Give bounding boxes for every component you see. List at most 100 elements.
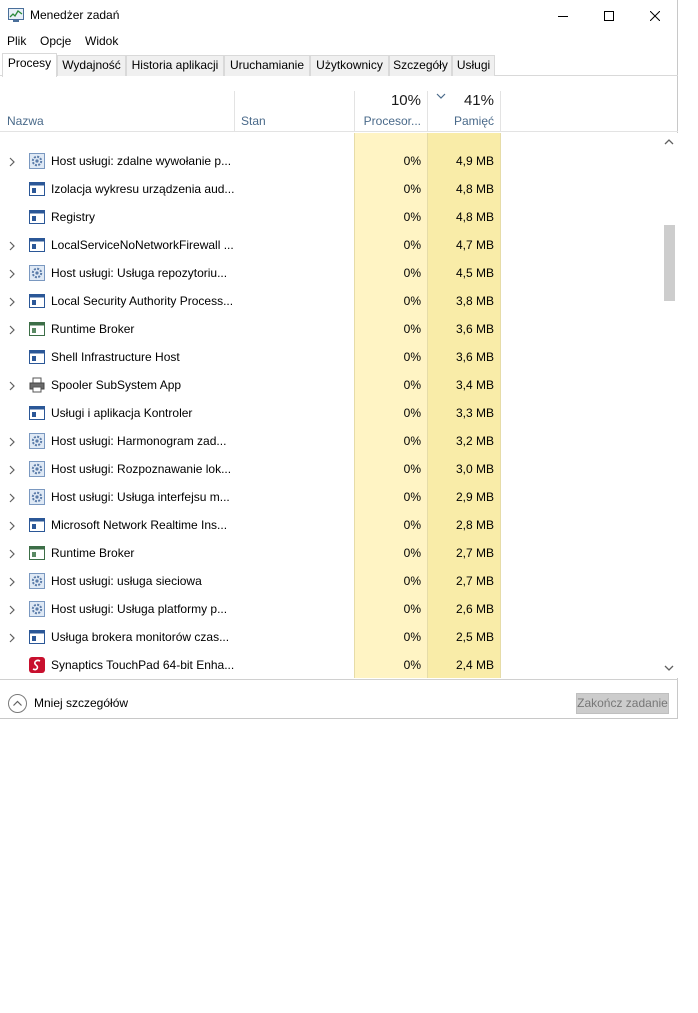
process-list: Host usługi: zdalne wywołanie p... 0% 4,9 …	[0, 133, 660, 678]
process-memory: 4,8 MB	[455, 182, 494, 196]
tab-performance[interactable]: Wydajność	[57, 55, 126, 76]
process-row[interactable]: Host usługi: Usługa repozytoriu... 0% 4,5 …	[0, 259, 660, 287]
vertical-scrollbar[interactable]	[660, 133, 678, 678]
expand-chevron-icon[interactable]	[8, 520, 16, 531]
process-cpu: 0%	[403, 574, 421, 588]
column-status-header[interactable]: Stan	[241, 114, 266, 128]
process-cpu: 0%	[403, 182, 421, 196]
expand-chevron-icon[interactable]	[8, 240, 16, 251]
expand-chevron-icon[interactable]	[8, 604, 16, 615]
expand-chevron-icon[interactable]	[8, 268, 16, 279]
process-row[interactable]: Host usługi: usługa sieciowa 0% 2,7 MB	[0, 567, 660, 595]
process-memory: 3,4 MB	[455, 378, 494, 392]
process-row[interactable]: Runtime Broker 0% 2,7 MB	[0, 539, 660, 567]
process-memory: 2,7 MB	[455, 574, 494, 588]
gear-icon	[29, 489, 45, 505]
close-button[interactable]	[632, 0, 678, 31]
process-row[interactable]: Usługi i aplikacja Kontroler 0% 3,3 MB	[0, 399, 660, 427]
expand-chevron-icon[interactable]	[8, 380, 16, 391]
process-row[interactable]: Microsoft Network Realtime Ins... 0% 2,8 M…	[0, 511, 660, 539]
expand-chevron-icon[interactable]	[8, 492, 16, 503]
process-memory: 2,5 MB	[455, 630, 494, 644]
column-separator[interactable]	[500, 91, 501, 131]
less-details-button[interactable]	[8, 694, 27, 713]
process-name: Registry	[51, 210, 96, 224]
process-cpu: 0%	[403, 518, 421, 532]
process-row[interactable]: Synaptics TouchPad 64-bit Enha... 0% 2,4 M…	[0, 651, 660, 678]
window-title: Menedżer zadań	[30, 8, 120, 22]
process-memory: 3,6 MB	[455, 322, 494, 336]
window-icon	[29, 293, 45, 309]
expand-chevron-icon[interactable]	[8, 156, 16, 167]
app-window-icon	[29, 321, 45, 337]
menu-item-file[interactable]: Plik	[7, 34, 26, 48]
scrollbar-thumb[interactable]	[664, 225, 675, 301]
process-name: Shell Infrastructure Host	[51, 350, 180, 364]
tab-processes[interactable]: Procesy	[2, 53, 57, 77]
process-cpu: 0%	[403, 630, 421, 644]
tab-startup[interactable]: Uruchamianie	[224, 55, 310, 76]
gear-icon	[29, 573, 45, 589]
menu-bar: Plik Opcje Widok	[0, 31, 678, 51]
task-manager-window: Menedżer zadań Plik Opcje Widok Procesy …	[0, 0, 678, 719]
process-row[interactable]: Host usługi: Usługa platformy p... 0% 2,6 …	[0, 595, 660, 623]
task-manager-icon	[8, 8, 24, 22]
process-row[interactable]: Host usługi: Rozpoznawanie lok... 0% 3,0 M…	[0, 455, 660, 483]
scroll-down-icon[interactable]	[664, 664, 674, 672]
process-cpu: 0%	[403, 406, 421, 420]
process-memory: 2,4 MB	[455, 658, 494, 672]
process-row[interactable]: Spooler SubSystem App 0% 3,4 MB	[0, 371, 660, 399]
process-row[interactable]: Host usługi: zdalne wywołanie p... 0% 4,9 …	[0, 147, 660, 175]
process-cpu: 0%	[403, 322, 421, 336]
expand-chevron-icon[interactable]	[8, 324, 16, 335]
expand-chevron-icon[interactable]	[8, 296, 16, 307]
process-name: Usługa brokera monitorów czas...	[51, 630, 230, 644]
process-row[interactable]: Local Security Authority Process... 0% 3,8…	[0, 287, 660, 315]
process-name: Host usługi: Usługa interfejsu m...	[51, 490, 230, 504]
less-details-label[interactable]: Mniej szczegółów	[34, 696, 128, 710]
process-row[interactable]: Host usługi: Harmonogram zad... 0% 3,2 MB	[0, 427, 660, 455]
process-row[interactable]: Izolacja wykresu urządzenia aud... 0% 4,8 …	[0, 175, 660, 203]
process-name: Host usługi: Usługa platformy p...	[51, 602, 228, 616]
gear-icon	[29, 265, 45, 281]
expand-chevron-icon[interactable]	[8, 576, 16, 587]
expand-chevron-icon[interactable]	[8, 548, 16, 559]
process-name: Host usługi: zdalne wywołanie p...	[51, 154, 232, 168]
menu-item-view[interactable]: Widok	[85, 34, 118, 48]
column-cpu-header[interactable]: Procesor...	[354, 114, 421, 128]
tab-services[interactable]: Usługi	[452, 55, 495, 76]
process-row[interactable]: Usługa brokera monitorów czas... 0% 2,5 MB	[0, 623, 660, 651]
process-row[interactable]: Host usługi: Usługa interfejsu m... 0% 2,9…	[0, 483, 660, 511]
process-row[interactable]: Shell Infrastructure Host 0% 3,6 MB	[0, 343, 660, 371]
process-memory: 4,9 MB	[455, 154, 494, 168]
menu-item-options[interactable]: Opcje	[40, 34, 71, 48]
minimize-button[interactable]	[540, 0, 586, 31]
process-cpu: 0%	[403, 658, 421, 672]
column-name-header[interactable]: Nazwa	[7, 114, 44, 128]
process-row[interactable]: Runtime Broker 0% 3,6 MB	[0, 315, 660, 343]
tab-app-history[interactable]: Historia aplikacji	[126, 55, 224, 76]
expand-chevron-icon[interactable]	[8, 436, 16, 447]
tab-details[interactable]: Szczegóły	[389, 55, 452, 76]
process-row[interactable]: LocalServiceNoNetworkFirewall ... 0% 4,7 M…	[0, 231, 660, 259]
window-icon	[29, 209, 45, 225]
process-memory: 2,6 MB	[455, 602, 494, 616]
expand-chevron-icon[interactable]	[8, 632, 16, 643]
maximize-icon	[604, 10, 614, 21]
expand-chevron-icon[interactable]	[8, 464, 16, 475]
end-task-button[interactable]: Zakończ zadanie	[576, 693, 669, 714]
column-separator[interactable]	[234, 91, 235, 131]
process-name: Runtime Broker	[51, 322, 135, 336]
footer: Mniej szczegółów Zakończ zadanie	[0, 679, 678, 719]
process-cpu: 0%	[403, 378, 421, 392]
column-memory-header[interactable]: Pamięć	[427, 114, 494, 128]
memory-total-percent[interactable]: 41%	[427, 92, 494, 109]
process-name: Runtime Broker	[51, 546, 135, 560]
maximize-button[interactable]	[586, 0, 632, 31]
gear-icon	[29, 601, 45, 617]
scroll-up-icon[interactable]	[664, 138, 674, 146]
cpu-total-percent[interactable]: 10%	[354, 92, 421, 109]
window-icon	[29, 517, 45, 533]
process-row[interactable]: Registry 0% 4,8 MB	[0, 203, 660, 231]
tab-users[interactable]: Użytkownicy	[310, 55, 389, 76]
